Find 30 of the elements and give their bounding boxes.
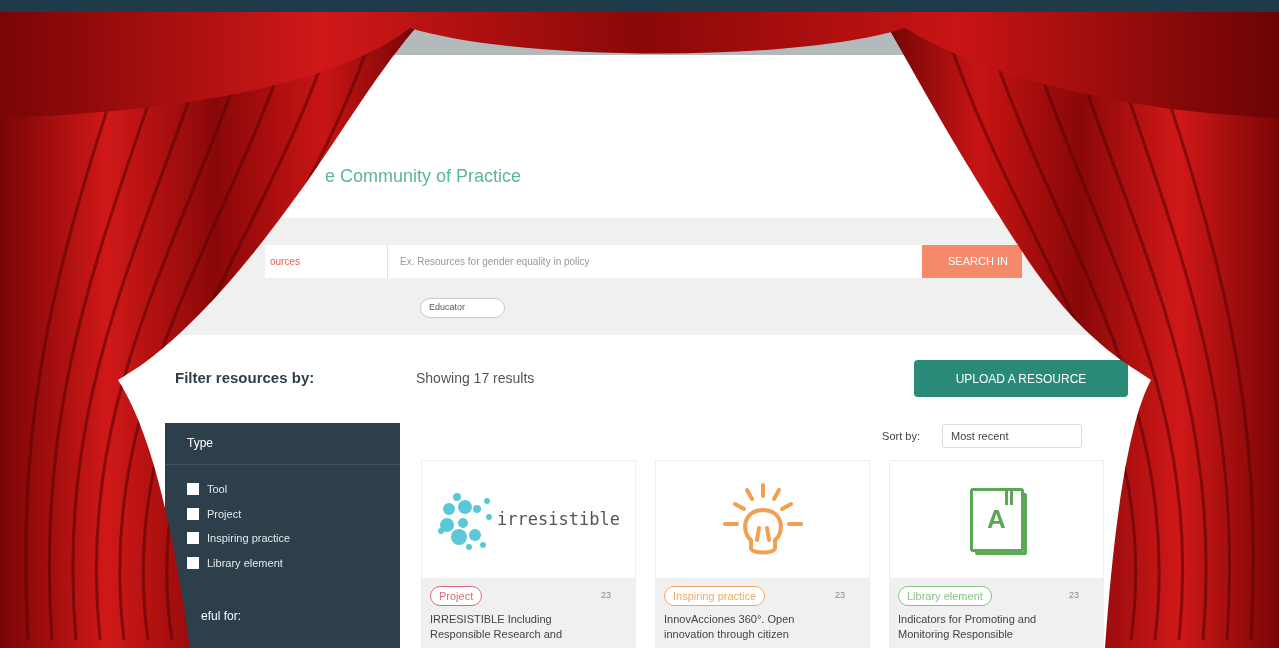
type-tag: Project xyxy=(430,586,483,606)
sort-label: Sort by: xyxy=(882,428,920,444)
filter-chip[interactable]: Educator xyxy=(420,298,505,318)
count-text: 23 xyxy=(1069,589,1079,603)
count-text: 23 xyxy=(601,589,611,603)
filter-option[interactable]: Project xyxy=(187,505,400,522)
search-scope-field[interactable]: ources xyxy=(265,245,388,278)
book-letter: A xyxy=(987,503,1006,536)
filter-option[interactable]: Inspiring practice xyxy=(187,530,400,547)
resource-card[interactable]: A Library element 23 Indicators for Promoting and Monitoring Responsible xyxy=(889,460,1104,648)
sort-select[interactable]: Most recent xyxy=(942,424,1082,448)
section-heading: eful for: xyxy=(201,608,243,625)
site-title: e Community of Practice xyxy=(325,166,522,186)
logo-text: irresistible xyxy=(497,507,620,531)
resource-card[interactable]: irresistible Project 23 IRRESISTIBLE Including Responsible Research and xyxy=(421,460,636,648)
filter-option[interactable]: Library element xyxy=(187,554,400,571)
count-text: 23 xyxy=(835,589,845,603)
type-tag: Inspiring practice xyxy=(664,586,766,606)
card-title: InnovAcciones 360°. Open innovation through citizen xyxy=(664,612,796,642)
filter-option[interactable]: Tool xyxy=(187,481,400,498)
upload-button[interactable]: UPLOAD A RESOURCE xyxy=(914,360,1128,397)
resource-card[interactable]: Inspiring practice 23 InnovAcciones 360°. Open innovation through citizen xyxy=(655,460,870,648)
filter-heading: Filter resources by: xyxy=(175,368,316,389)
type-tag: Library element xyxy=(898,586,992,606)
card-title: Indicators for Promoting and Monitoring Responsible xyxy=(898,612,1038,642)
search-field[interactable]: Ex. Resources for gender equality in policy xyxy=(388,245,922,278)
card-title: IRRESISTIBLE Including Responsible Research and xyxy=(430,612,564,642)
section-heading: Type xyxy=(187,435,214,452)
results-count: Showing 17 results xyxy=(416,369,535,388)
bookmark-icon xyxy=(1004,490,1013,505)
